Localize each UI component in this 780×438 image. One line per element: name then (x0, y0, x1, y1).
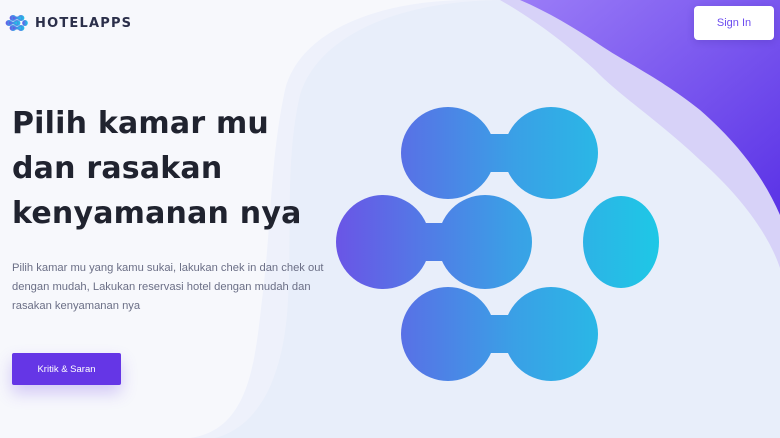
kritik-saran-button[interactable]: Kritik & Saran (12, 353, 121, 385)
hero-title-line-1: Pilih kamar mu (12, 106, 269, 141)
hero-title: Pilih kamar mu dan rasakan kenyamanan ny… (12, 101, 302, 236)
sign-in-button[interactable]: Sign In (694, 6, 774, 40)
brand-name: HOTELAPPS (35, 15, 133, 31)
hero-title-line-2: dan rasakan (12, 151, 223, 186)
hero-illustration-molecule-icon (336, 107, 659, 381)
molecule-logo-icon (5, 15, 28, 31)
brand-logo[interactable]: HOTELAPPS (4, 12, 132, 34)
hero-title-line-3: kenyamanan nya (12, 196, 302, 231)
hero-description: Pilih kamar mu yang kamu sukai, lakukan … (12, 262, 324, 312)
